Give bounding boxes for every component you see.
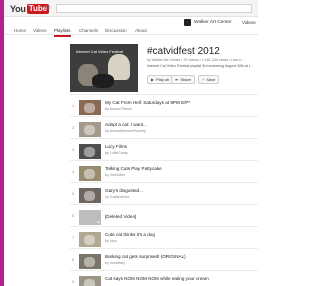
- row-index: 2: [72, 125, 75, 130]
- video-owner[interactable]: by rdyo: [105, 239, 117, 243]
- video-title[interactable]: [Deleted Video]: [105, 214, 136, 219]
- masthead: You Tube KE: [4, 0, 258, 17]
- plus-icon: +: [202, 77, 205, 82]
- video-title[interactable]: Adopt a cat: I want...: [105, 122, 147, 127]
- video-title[interactable]: Barking cat gets surprised! (ORIGINAL): [105, 254, 186, 259]
- row-index: 8: [72, 257, 75, 262]
- video-owner[interactable]: by Juhi kitter: [105, 173, 125, 177]
- video-thumbnail[interactable]: [79, 276, 101, 286]
- playlist-title: #catvidfest 2012: [147, 46, 220, 57]
- left-edge-stripe: [0, 0, 4, 286]
- row-index: 6: [72, 213, 75, 218]
- row-index: 3: [72, 147, 75, 152]
- row-index: 4: [72, 169, 75, 174]
- deleted-video-thumbnail[interactable]: ▶: [79, 210, 101, 225]
- tab-videos[interactable]: Videos: [33, 28, 47, 33]
- tab-about[interactable]: About: [135, 28, 147, 33]
- row-index: 9: [72, 279, 75, 284]
- search-input[interactable]: [56, 4, 252, 13]
- video-thumbnail[interactable]: [79, 232, 101, 247]
- share-label: Share: [180, 77, 192, 82]
- video-thumbnail[interactable]: [79, 254, 101, 269]
- video-thumbnail[interactable]: [79, 166, 101, 181]
- video-owner[interactable]: by noelcitafy: [105, 261, 125, 265]
- channel-navigation: Home Videos Playlists Channels Discussio…: [4, 18, 258, 37]
- region-code: KE: [44, 5, 51, 11]
- thumbnail-label: Internet Cat Video Festival: [76, 49, 124, 54]
- row-index: 1: [72, 103, 75, 108]
- video-thumbnail[interactable]: [79, 100, 101, 115]
- video-title[interactable]: Cute cat thinks it's a dog: [105, 232, 155, 237]
- play-all-label: Play all: [156, 77, 169, 82]
- channel-avatar: [184, 19, 191, 26]
- video-icon: ▶: [97, 220, 100, 224]
- channel-videos-link[interactable]: Videos: [242, 20, 256, 25]
- cat-shape: [92, 74, 114, 88]
- playlist-header: Internet Cat Video Festival #catvidfest …: [70, 44, 258, 92]
- play-all-button[interactable]: ▶ Play all: [147, 75, 173, 84]
- channel-link[interactable]: Walker Art Center: [184, 19, 232, 26]
- row-index: 7: [72, 235, 75, 240]
- playlist-meta: by Walker Art Center • 70 videos • 1,161…: [147, 58, 244, 62]
- video-title[interactable]: Lucy Films: [105, 144, 127, 149]
- video-thumbnail[interactable]: [79, 144, 101, 159]
- share-icon: ➦: [175, 77, 179, 82]
- list-item[interactable]: 9 Cat says NOM NOM NOM while eating your…: [70, 270, 258, 286]
- row-index: 5: [72, 191, 75, 196]
- video-title[interactable]: Cat says NOM NOM NOM while eating your c…: [105, 276, 209, 281]
- logo-you-text: You: [10, 3, 26, 14]
- video-title[interactable]: My Cat From Hell: Saturdays at 9PM E/P*: [105, 100, 190, 105]
- tab-playlists[interactable]: Playlists: [54, 28, 71, 37]
- video-thumbnail[interactable]: [79, 122, 101, 137]
- playlist-description: Internet Cat Video Festival playlist 3rd…: [147, 64, 254, 68]
- playlist-thumbnail[interactable]: Internet Cat Video Festival: [70, 44, 138, 92]
- video-title[interactable]: Talking Cats Play Pattycake: [105, 166, 162, 171]
- channel-name: Walker Art Center: [194, 20, 232, 25]
- video-title[interactable]: Gary's disgusted...: [105, 188, 143, 193]
- video-owner[interactable]: by Animal Planet: [105, 107, 132, 111]
- video-thumbnail[interactable]: [79, 188, 101, 203]
- video-owner[interactable]: by LollieCamp: [105, 151, 128, 155]
- save-button[interactable]: + Save: [198, 75, 220, 84]
- tab-home[interactable]: Home: [14, 28, 26, 33]
- save-label: Save: [206, 77, 216, 82]
- share-button[interactable]: ➦ Share: [171, 75, 196, 84]
- play-icon: ▶: [151, 77, 155, 82]
- video-owner[interactable]: by GoldsVentor: [105, 195, 130, 199]
- video-owner[interactable]: by AnimalHumaneSociety: [105, 129, 146, 133]
- tab-discussion[interactable]: Discussion: [105, 28, 127, 33]
- tab-channels[interactable]: Channels: [79, 28, 98, 33]
